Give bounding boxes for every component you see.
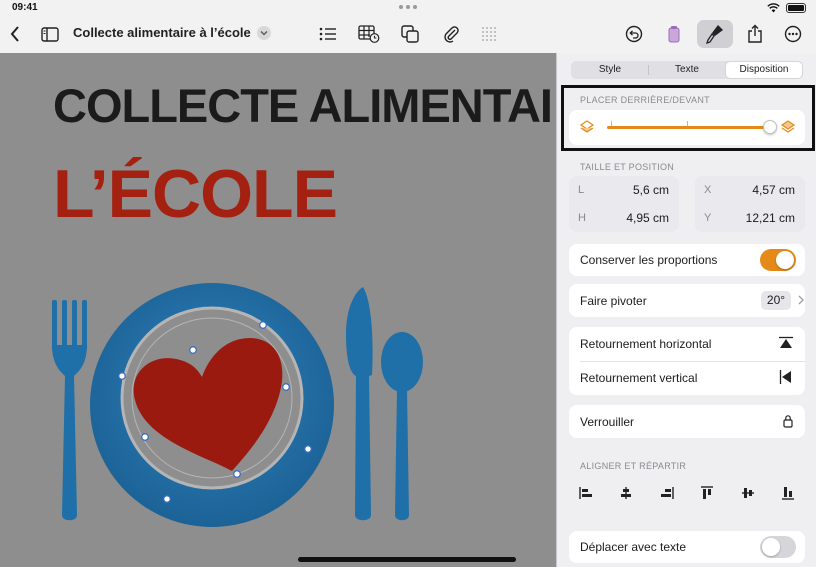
- chevron-down-icon[interactable]: [256, 25, 271, 40]
- document-icon[interactable]: [661, 22, 687, 46]
- constrain-proportions-toggle[interactable]: [760, 249, 796, 271]
- width-key: L: [578, 184, 585, 196]
- document-title[interactable]: Collecte alimentaire à l’école: [73, 25, 271, 40]
- battery-icon: [786, 3, 806, 13]
- knife-icon: [346, 287, 373, 521]
- share-icon[interactable]: [742, 22, 768, 46]
- home-indicator: [298, 557, 516, 562]
- inspector-tabs: Style Texte Disposition: [571, 61, 803, 79]
- flip-card: Retournement horizontal Retournement ver…: [569, 327, 805, 395]
- align-label: ALIGNER ET RÉPARTIR: [580, 461, 687, 471]
- height-value[interactable]: 4,95 cm: [626, 211, 669, 225]
- width-value[interactable]: 5,6 cm: [633, 183, 669, 197]
- spoon-icon: [381, 332, 423, 521]
- x-value[interactable]: 4,57 cm: [752, 183, 795, 197]
- move-with-text-label: Déplacer avec texte: [580, 540, 687, 554]
- wifi-icon: [767, 3, 780, 13]
- rotate-value[interactable]: 20°: [761, 291, 791, 310]
- format-inspector: Style Texte Disposition PLACER DERRIÈRE/…: [556, 53, 816, 567]
- document-canvas[interactable]: COLLECTE ALIMENTAI L’ÉCOLE: [0, 53, 556, 567]
- rotate-label: Faire pivoter: [580, 294, 647, 308]
- status-bar: 09:41: [0, 0, 816, 16]
- size-card: L 5,6 cm H 4,95 cm: [569, 176, 679, 232]
- height-field[interactable]: H 4,95 cm: [569, 204, 679, 232]
- tab-style[interactable]: Style: [572, 62, 648, 78]
- table-icon[interactable]: [356, 22, 382, 46]
- align-bottom-icon[interactable]: [781, 486, 795, 500]
- status-time: 09:41: [12, 2, 38, 13]
- highlight-box: [561, 85, 815, 151]
- rotate-row[interactable]: Faire pivoter 20°: [569, 284, 805, 317]
- align-middle-icon[interactable]: [741, 486, 755, 500]
- shapes-icon[interactable]: [397, 22, 423, 46]
- food-drive-illustration[interactable]: [0, 53, 556, 567]
- chevron-right-icon: [798, 295, 804, 305]
- y-value[interactable]: 12,21 cm: [746, 211, 795, 225]
- list-icon[interactable]: [315, 22, 341, 46]
- move-with-text-row[interactable]: Déplacer avec texte: [569, 531, 805, 563]
- sidebar-icon[interactable]: [37, 22, 63, 46]
- align-left-icon[interactable]: [579, 486, 593, 500]
- status-indicators: [767, 3, 806, 13]
- undo-icon[interactable]: [621, 22, 647, 46]
- back-icon[interactable]: [2, 22, 28, 46]
- constrain-proportions-label: Conserver les proportions: [580, 253, 718, 267]
- lock-label: Verrouiller: [580, 415, 635, 429]
- attachment-icon[interactable]: [438, 22, 464, 46]
- fork-icon: [52, 300, 87, 521]
- tab-text[interactable]: Texte: [649, 62, 725, 78]
- tab-arrange[interactable]: Disposition: [726, 62, 802, 78]
- flip-vertical-label[interactable]: Retournement vertical: [580, 371, 697, 385]
- format-brush-icon: [706, 25, 723, 44]
- x-field[interactable]: X 4,57 cm: [695, 176, 805, 204]
- more-icon[interactable]: [780, 22, 806, 46]
- lock-row[interactable]: Verrouiller: [569, 405, 805, 438]
- flip-vertical-icon[interactable]: [779, 369, 793, 385]
- align-top-icon[interactable]: [700, 486, 714, 500]
- align-buttons: [569, 480, 805, 506]
- align-center-icon[interactable]: [619, 486, 633, 500]
- width-field[interactable]: L 5,6 cm: [569, 176, 679, 204]
- size-position-label: TAILLE ET POSITION: [580, 162, 675, 172]
- document-title-text: Collecte alimentaire à l’école: [73, 25, 251, 40]
- format-button[interactable]: [697, 20, 733, 48]
- flip-horizontal-icon[interactable]: [778, 336, 794, 350]
- y-field[interactable]: Y 12,21 cm: [695, 204, 805, 232]
- x-key: X: [704, 184, 712, 196]
- align-right-icon[interactable]: [660, 486, 674, 500]
- toolbar: Collecte alimentaire à l’école: [0, 16, 816, 53]
- lock-icon: [783, 415, 793, 428]
- constrain-proportions-row[interactable]: Conserver les proportions: [569, 244, 805, 276]
- multitasking-dots[interactable]: [399, 5, 417, 9]
- height-key: H: [578, 212, 586, 224]
- move-with-text-toggle[interactable]: [760, 536, 796, 558]
- grid-icon[interactable]: [476, 22, 502, 46]
- y-key: Y: [704, 212, 712, 224]
- position-card: X 4,57 cm Y 12,21 cm: [695, 176, 805, 232]
- flip-horizontal-label[interactable]: Retournement horizontal: [580, 337, 711, 351]
